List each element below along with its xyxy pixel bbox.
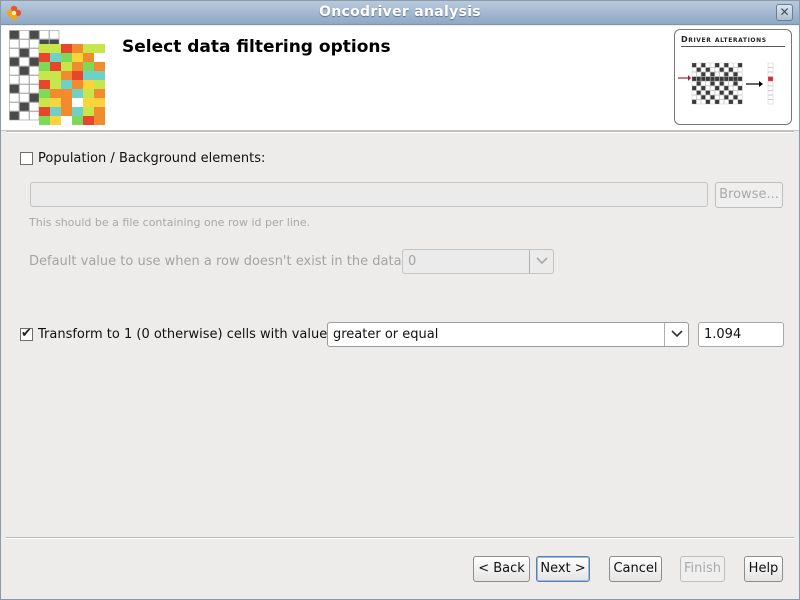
chevron-down-icon[interactable]: [664, 323, 688, 346]
operator-combo[interactable]: greater or equal: [327, 322, 689, 347]
heatmap-logo-icon: [9, 30, 105, 125]
window-title: Oncodriver analysis: [319, 4, 481, 20]
wizard-window: Oncodriver analysis ✕ Select data filter…: [0, 0, 800, 600]
back-button[interactable]: < Back: [473, 556, 530, 582]
footer-separator: [6, 537, 794, 539]
finish-button[interactable]: Finish: [680, 556, 725, 582]
default-value-selected: 0: [408, 254, 417, 269]
threshold-input[interactable]: 1.094: [698, 322, 784, 347]
help-button[interactable]: Help: [744, 556, 783, 582]
population-checkbox[interactable]: [20, 152, 33, 165]
driver-alterations-diagram: [678, 62, 774, 105]
checkmark-icon: ✔: [21, 326, 32, 341]
browse-button[interactable]: Browse...: [715, 182, 783, 208]
page-title: Select data filtering options: [122, 37, 391, 57]
header-separator: [6, 131, 794, 133]
cancel-button[interactable]: Cancel: [609, 556, 662, 582]
chevron-down-icon[interactable]: [529, 250, 553, 273]
wizard-header: Select data filtering options Driver alt…: [1, 26, 799, 131]
operator-selected: greater or equal: [333, 327, 439, 342]
population-checkbox-label[interactable]: Population / Background elements:: [38, 151, 265, 166]
transform-checkbox[interactable]: ✔: [20, 326, 33, 341]
default-value-combo[interactable]: 0: [402, 249, 554, 274]
next-button[interactable]: Next >: [536, 556, 590, 582]
driver-alterations-thumbnail: Driver alterations: [674, 29, 792, 125]
population-hint: This should be a file containing one row…: [29, 216, 311, 229]
default-value-label: Default value to use when a row doesn't …: [29, 254, 402, 269]
title-bar[interactable]: Oncodriver analysis ✕: [1, 1, 799, 25]
population-file-input[interactable]: [30, 182, 708, 207]
close-icon[interactable]: ✕: [776, 4, 793, 21]
transform-checkbox-label[interactable]: Transform to 1 (0 otherwise) cells with …: [38, 327, 327, 342]
